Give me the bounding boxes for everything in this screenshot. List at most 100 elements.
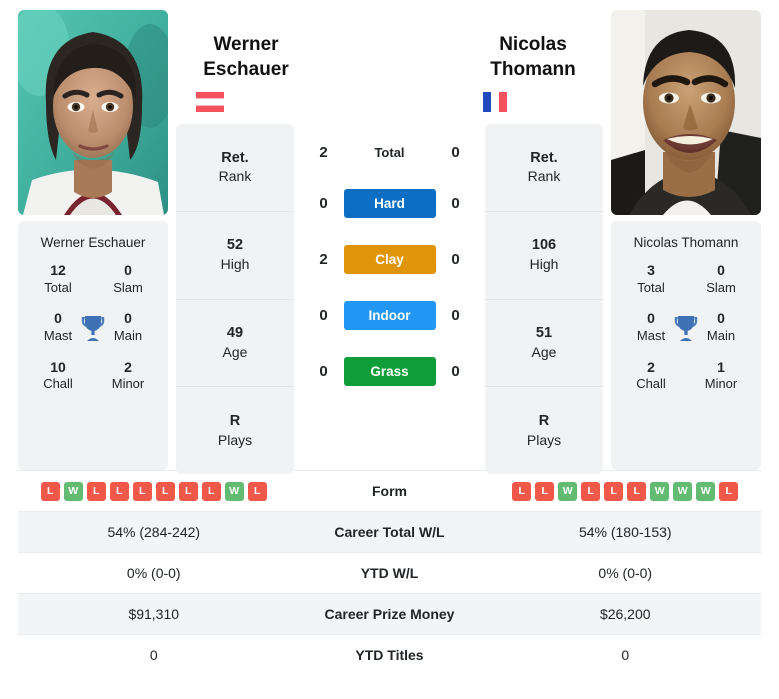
right-form-badges: LLWLLLWWWL	[512, 481, 739, 501]
right-titles-minor-label: Minor	[704, 376, 738, 392]
right-titles-total-value: 3	[647, 262, 655, 278]
trophy-icon	[80, 314, 106, 342]
left-titles-main-label: Main	[113, 327, 143, 343]
left-titles-row-total-slam: 12 Total 0 Slam	[24, 262, 162, 296]
right-rank-value: Ret.	[530, 149, 558, 166]
right-age-value: 51	[535, 325, 553, 341]
form-badge-loss: L	[627, 481, 647, 501]
label-form: Form	[372, 483, 407, 499]
table-row-form: LWLLLLLLWL Form LLWLLLWWWL	[18, 470, 761, 511]
right-player-column: Nicolas Thomann 3 Total 0 Slam 0 Mast 0 …	[611, 10, 761, 470]
surface-badge-hard: Hard	[343, 188, 436, 218]
left-titles-chall-label: Chall	[43, 376, 73, 392]
right-career-wl: 54% (180-153)	[578, 524, 672, 540]
left-titles-minor-value: 2	[124, 358, 132, 375]
h2h-row-indoor: 0 Indoor 0	[302, 287, 477, 343]
left-player-title: Werner Eschauer	[196, 32, 296, 82]
label-career-wl: Career Total W/L	[334, 524, 445, 540]
left-titles-slam-value: 0	[124, 262, 132, 278]
left-plays-label: Plays	[217, 431, 253, 448]
right-form-cell: LLWLLLWWWL	[490, 481, 762, 501]
table-row-career-wl: 54% (284-242) Career Total W/L 54% (180-…	[18, 511, 761, 552]
surface-badge-grass: Grass	[343, 356, 436, 386]
form-badge-loss: L	[40, 481, 60, 501]
h2h-indoor-right: 0	[451, 306, 460, 324]
h2h-row-grass: 0 Grass 0	[302, 343, 477, 399]
left-ytd-wl: 0% (0-0)	[126, 565, 181, 581]
right-player-name-label: Nicolas Thomann	[633, 235, 739, 250]
france-flag-icon	[483, 92, 583, 117]
right-titles-minor-value: 1	[717, 358, 725, 375]
left-player-title-line1: Werner	[213, 34, 279, 55]
left-titles-row-chall-minor: 10 Chall 2 Minor	[24, 359, 162, 393]
h2h-hard-right: 0	[451, 194, 460, 212]
left-player-title-line2: Eschauer	[203, 59, 289, 81]
form-badge-loss: L	[247, 481, 267, 501]
right-high-value: 106	[531, 237, 557, 254]
h2h-grass-right: 0	[451, 362, 460, 380]
left-high-value: 52	[226, 237, 244, 254]
right-player-photo	[611, 10, 761, 215]
right-titles-chall-value: 2	[647, 358, 655, 375]
form-badge-win: W	[673, 481, 693, 501]
right-ytd-wl: 0% (0-0)	[598, 565, 653, 581]
form-badge-loss: L	[178, 481, 198, 501]
right-player-info-column: Ret. Rank 106 High 51 Age R Plays	[485, 124, 603, 474]
right-player-title-line1: Nicolas	[499, 34, 567, 55]
right-titles-total-label: Total	[637, 279, 665, 295]
right-prize-money: $26,200	[599, 606, 651, 622]
right-age-label: Age	[531, 343, 557, 360]
left-player-column: Werner Eschauer 12 Total 0 Slam 0 Mast 0…	[18, 10, 168, 470]
right-titles-slam: 0 Slam	[693, 262, 749, 296]
player-comparison-page: Werner Eschauer 12 Total 0 Slam 0 Mast 0…	[0, 0, 779, 699]
h2h-row-clay: 2 Clay 0	[302, 231, 477, 287]
form-badge-loss: L	[604, 481, 624, 501]
left-titles-slam: 0 Slam	[100, 262, 156, 296]
left-player-titles-card: Werner Eschauer 12 Total 0 Slam 0 Mast 0…	[18, 221, 168, 470]
form-badge-loss: L	[512, 481, 532, 501]
left-age-label: Age	[222, 343, 248, 360]
left-player-info-column: Ret. Rank 52 High 49 Age R Plays	[176, 124, 294, 474]
right-titles-slam-label: Slam	[706, 279, 736, 295]
label-ytd-wl: YTD W/L	[360, 565, 419, 581]
left-titles-chall-value: 10	[50, 358, 66, 375]
left-titles-total-label: Total	[44, 279, 72, 295]
left-titles-minor-label: Minor	[111, 376, 145, 392]
h2h-indoor-left: 0	[319, 306, 328, 324]
left-titles-mast-value: 0	[54, 310, 62, 327]
austria-flag-icon	[196, 92, 296, 117]
h2h-clay-left: 2	[319, 250, 328, 268]
h2h-clay-right: 0	[451, 250, 460, 268]
form-badge-loss: L	[581, 481, 601, 501]
right-titles-row-total-slam: 3 Total 0 Slam	[617, 262, 755, 296]
left-ytd-titles: 0	[149, 647, 158, 663]
h2h-row-total: 2 Total 0	[302, 129, 477, 175]
right-high-label: High	[529, 256, 559, 273]
surface-label-total: Total	[374, 144, 405, 160]
table-row-ytd-wl: 0% (0-0) YTD W/L 0% (0-0)	[18, 552, 761, 593]
form-badge-loss: L	[132, 481, 152, 501]
form-badge-loss: L	[201, 481, 221, 501]
left-rank-value: Ret.	[221, 149, 249, 166]
left-age-value: 49	[226, 325, 244, 341]
left-career-wl: 54% (284-242)	[107, 524, 201, 540]
left-form-badges: LWLLLLLLWL	[40, 481, 267, 501]
form-badge-win: W	[696, 481, 716, 501]
surface-badge-clay: Clay	[343, 244, 436, 274]
form-badge-loss: L	[109, 481, 129, 501]
right-plays-value: R	[538, 412, 550, 429]
left-rank-label: Rank	[218, 168, 252, 185]
right-titles-mast-label: Mast	[636, 327, 666, 343]
left-player-photo	[18, 10, 168, 215]
left-plays-value: R	[229, 412, 241, 429]
right-plays-cell: R Plays	[485, 387, 603, 474]
right-player-titles-card: Nicolas Thomann 3 Total 0 Slam 0 Mast 0 …	[611, 221, 761, 470]
left-titles-minor: 2 Minor	[100, 359, 156, 393]
left-titles-main: 0 Main	[100, 310, 156, 344]
label-prize-money: Career Prize Money	[324, 606, 455, 622]
right-age-cell: 51 Age	[485, 300, 603, 388]
left-form-cell: LWLLLLLLWL	[18, 481, 290, 501]
comparison-header: Werner Eschauer 12 Total 0 Slam 0 Mast 0…	[0, 0, 779, 474]
form-badge-win: W	[224, 481, 244, 501]
left-plays-cell: R Plays	[176, 387, 294, 474]
